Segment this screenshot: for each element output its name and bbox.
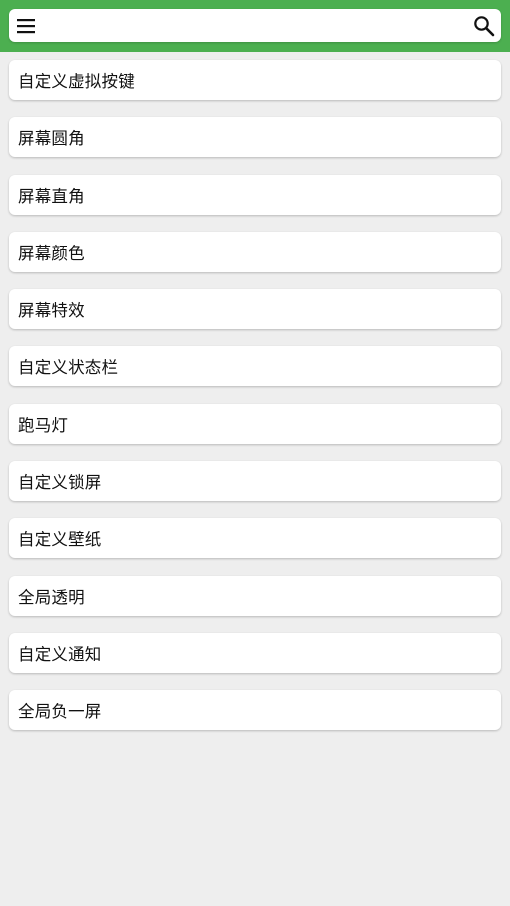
list-item-label: 自定义通知 xyxy=(18,644,102,664)
list-item-screen-square-corners[interactable]: 屏幕直角 xyxy=(9,174,501,215)
list-item-global-transparency[interactable]: 全局透明 xyxy=(9,575,501,616)
list-item-label: 屏幕圆角 xyxy=(18,129,85,149)
list-item-custom-notifications[interactable]: 自定义通知 xyxy=(9,632,501,673)
list-item-custom-wallpaper[interactable]: 自定义壁纸 xyxy=(9,518,501,559)
menu-button[interactable] xyxy=(14,14,38,38)
list-item-screen-rounded-corners[interactable]: 屏幕圆角 xyxy=(9,117,501,158)
list-item-label: 屏幕直角 xyxy=(18,186,85,206)
search-bar xyxy=(9,9,501,42)
list-item-label: 自定义壁纸 xyxy=(18,530,102,550)
list-item-label: 自定义虚拟按键 xyxy=(18,72,135,91)
list-item-custom-status-bar[interactable]: 自定义状态栏 xyxy=(9,346,501,387)
search-icon xyxy=(474,16,495,37)
list-item-label: 全局负一屏 xyxy=(18,702,102,722)
list-item-screen-color[interactable]: 屏幕颜色 xyxy=(9,231,501,272)
list-item-global-minus-one-screen[interactable]: 全局负一屏 xyxy=(9,690,501,731)
list-item-custom-lock-screen[interactable]: 自定义锁屏 xyxy=(9,461,501,502)
list-item-screen-effects[interactable]: 屏幕特效 xyxy=(9,289,501,330)
list-item-label: 跑马灯 xyxy=(18,415,69,435)
feature-list: 自定义虚拟按键 屏幕圆角 屏幕直角 屏幕颜色 屏幕特效 自定义状态栏 跑马灯 自… xyxy=(9,60,501,748)
list-item-label: 屏幕颜色 xyxy=(18,243,85,263)
app-bar xyxy=(0,0,510,52)
list-item-custom-virtual-keys[interactable]: 自定义虚拟按键 xyxy=(9,60,501,100)
list-item-label: 自定义锁屏 xyxy=(18,473,102,493)
search-input[interactable] xyxy=(45,13,465,38)
search-button[interactable] xyxy=(472,14,496,38)
menu-icon xyxy=(17,19,35,34)
list-item-label: 全局透明 xyxy=(18,587,85,607)
list-item-label: 屏幕特效 xyxy=(18,301,85,321)
list-item-label: 自定义状态栏 xyxy=(18,358,119,378)
list-item-marquee-light[interactable]: 跑马灯 xyxy=(9,403,501,444)
